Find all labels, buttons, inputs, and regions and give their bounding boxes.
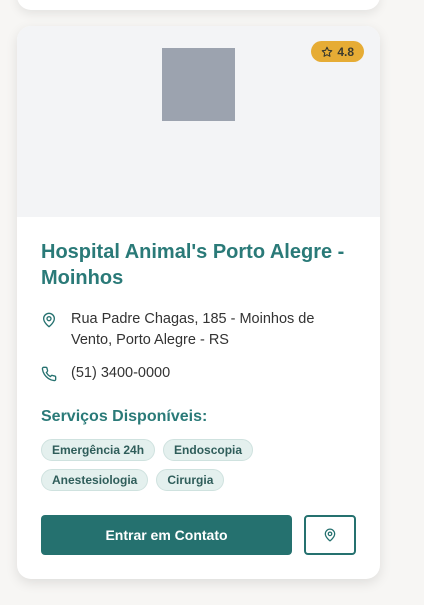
contact-button[interactable]: Entrar em Contato [41,515,292,555]
service-tag: Endoscopia [163,439,254,461]
service-tag: Anestesiologia [41,469,149,491]
rating-value: 4.8 [337,44,354,59]
phone-icon [41,366,57,382]
previous-card [17,0,380,10]
services-tags: Emergência 24h Endoscopia Anestesiologia… [41,439,271,491]
services-title: Serviços Disponíveis: [41,408,208,425]
address-row: Rua Padre Chagas, 185 - Moinhos de Vento… [41,309,356,351]
map-button[interactable] [304,515,356,555]
card-actions: Entrar em Contato [41,515,356,555]
address-text: Rua Padre Chagas, 185 - Moinhos de Vento… [71,311,315,348]
map-pin-icon [43,312,55,328]
clinic-card: 4.8 Hospital Animal's Porto Alegre - Moi… [17,26,380,579]
clinic-title: Hospital Animal's Porto Alegre - Moinhos [41,241,345,289]
phone-text: (51) 3400-0000 [71,365,171,381]
service-tag: Cirurgia [156,469,225,491]
clinic-image-placeholder [162,48,235,121]
phone-row: (51) 3400-0000 [41,363,356,384]
service-tag: Emergência 24h [41,439,156,461]
rating-badge: 4.8 [311,41,364,62]
map-pin-icon [324,528,336,542]
star-icon [322,46,333,57]
clinic-image-area: 4.8 [17,26,380,217]
